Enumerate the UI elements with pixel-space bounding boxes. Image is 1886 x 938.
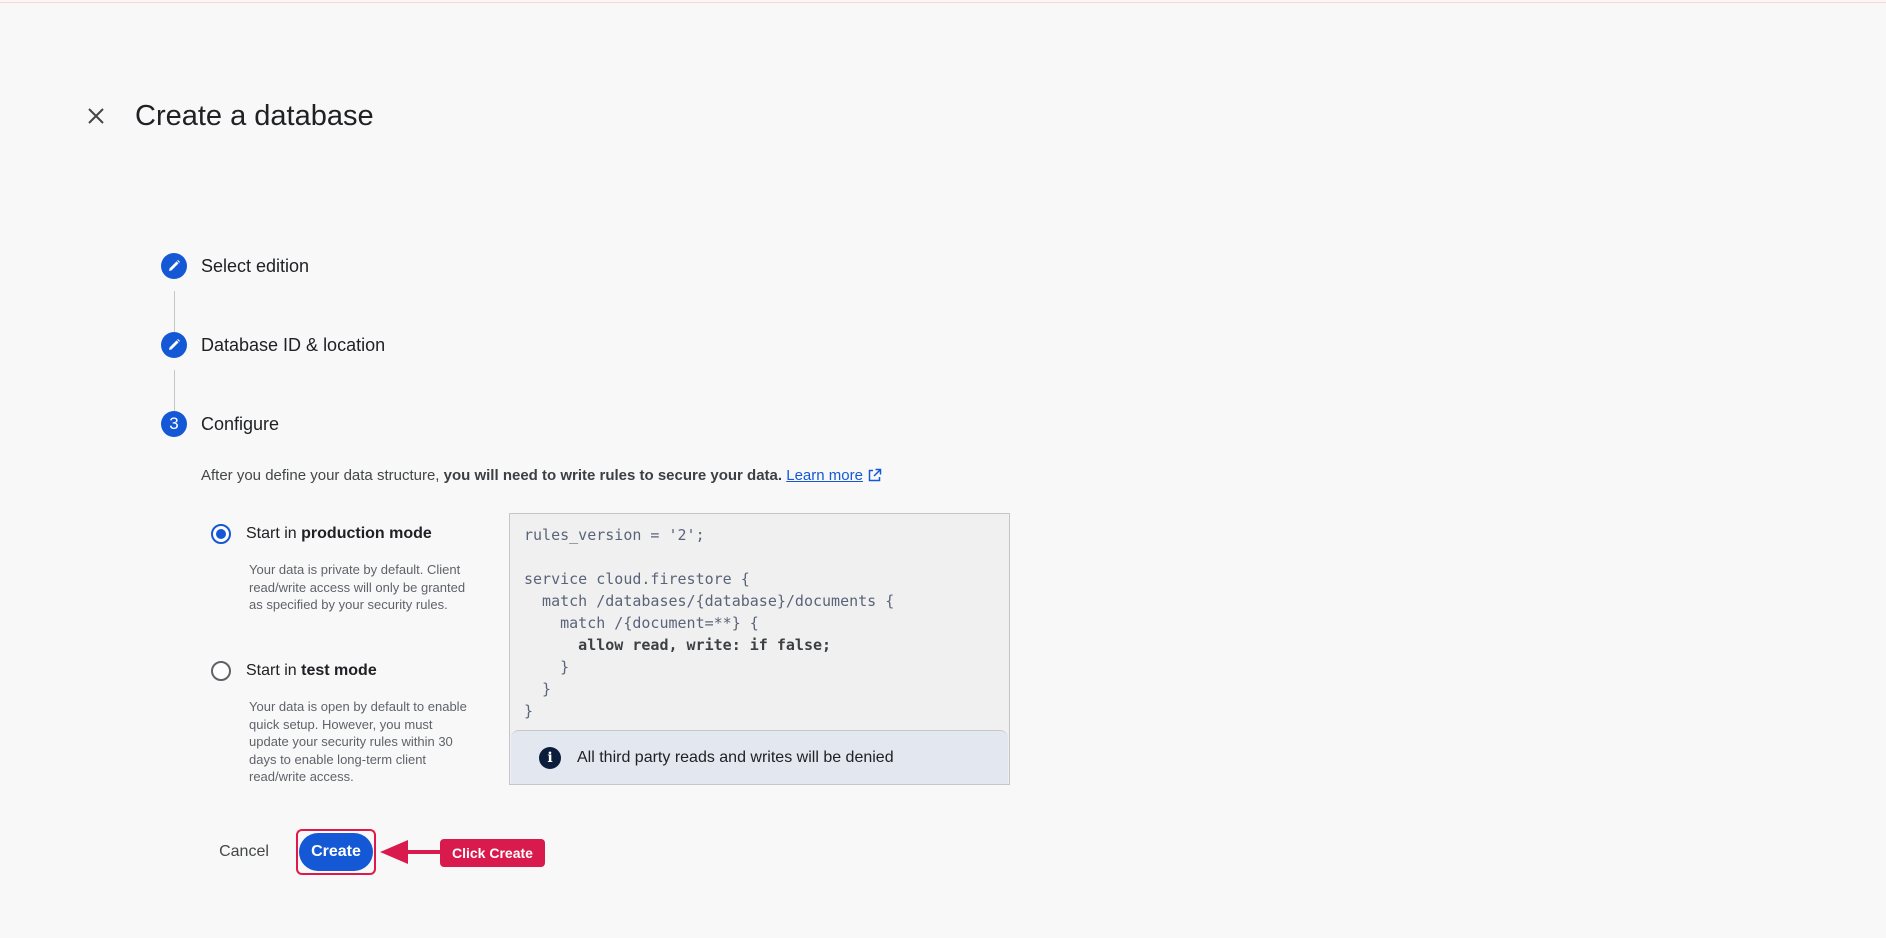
code-line: match /databases/{database}/documents { <box>524 592 895 610</box>
radio-label-bold: production mode <box>301 525 432 542</box>
radio-label-bold: test mode <box>301 662 377 679</box>
code-line: match /{document=**} { <box>524 614 759 632</box>
radio-button[interactable] <box>211 661 231 681</box>
step-configure: 3 Configure <box>161 410 279 438</box>
test-mode-description: Your data is open by default to enable q… <box>249 699 467 784</box>
step-label: Database ID & location <box>201 334 386 355</box>
learn-more-link[interactable]: Learn more <box>786 467 863 484</box>
radio-label-prefix: Start in <box>246 525 302 542</box>
step-select-edition[interactable]: Select edition <box>161 252 309 280</box>
create-highlight: Create <box>296 829 376 875</box>
rules-preview: rules_version = '2'; service cloud.fires… <box>509 513 1010 785</box>
production-mode-description: Your data is private by default. Client … <box>249 562 466 612</box>
code-line-bold: allow read, write: if false; <box>524 636 832 654</box>
configure-intro: After you define your data structure, yo… <box>201 466 882 486</box>
intro-text: After you define your data structure, <box>201 467 444 484</box>
code-line: service cloud.firestore { <box>524 570 750 588</box>
step-label: Configure <box>201 413 280 434</box>
page-title: Create a database <box>135 100 374 132</box>
production-mode-radio[interactable]: Start in production mode <box>211 524 432 544</box>
step-connector <box>174 291 175 332</box>
step-number: 3 <box>161 411 187 437</box>
code-line: } <box>524 680 552 698</box>
test-mode-radio[interactable]: Start in test mode <box>211 661 377 681</box>
radio-label-prefix: Start in <box>246 662 302 679</box>
cancel-button[interactable]: Cancel <box>210 836 278 868</box>
radio-label: Start in test mode <box>246 662 377 680</box>
rules-info-banner: i All third party reads and writes will … <box>511 730 1008 784</box>
code-line: } <box>524 658 570 676</box>
intro-bold-text: you will need to write rules to secure y… <box>443 467 783 484</box>
code-line: } <box>524 702 534 720</box>
info-icon: i <box>539 746 561 769</box>
close-icon <box>88 108 104 124</box>
rules-code: rules_version = '2'; service cloud.fires… <box>524 524 894 722</box>
step-database-id-location[interactable]: Database ID & location <box>161 331 385 359</box>
pencil-icon <box>169 260 180 271</box>
banner-text: All third party reads and writes will be… <box>577 748 894 766</box>
arrow-left-icon <box>380 840 440 864</box>
create-button[interactable]: Create <box>299 833 373 871</box>
step-label: Select edition <box>201 255 310 276</box>
step-circle <box>161 332 187 358</box>
radio-button-checked[interactable] <box>211 524 231 544</box>
step-connector <box>174 370 175 411</box>
pencil-icon <box>169 339 180 350</box>
step-circle <box>161 253 187 279</box>
click-create-callout: Click Create <box>440 839 545 867</box>
radio-label: Start in production mode <box>246 525 432 543</box>
external-link-icon <box>868 468 882 482</box>
close-button[interactable] <box>84 104 108 128</box>
top-border <box>0 2 1886 3</box>
code-line: rules_version = '2'; <box>524 526 705 544</box>
